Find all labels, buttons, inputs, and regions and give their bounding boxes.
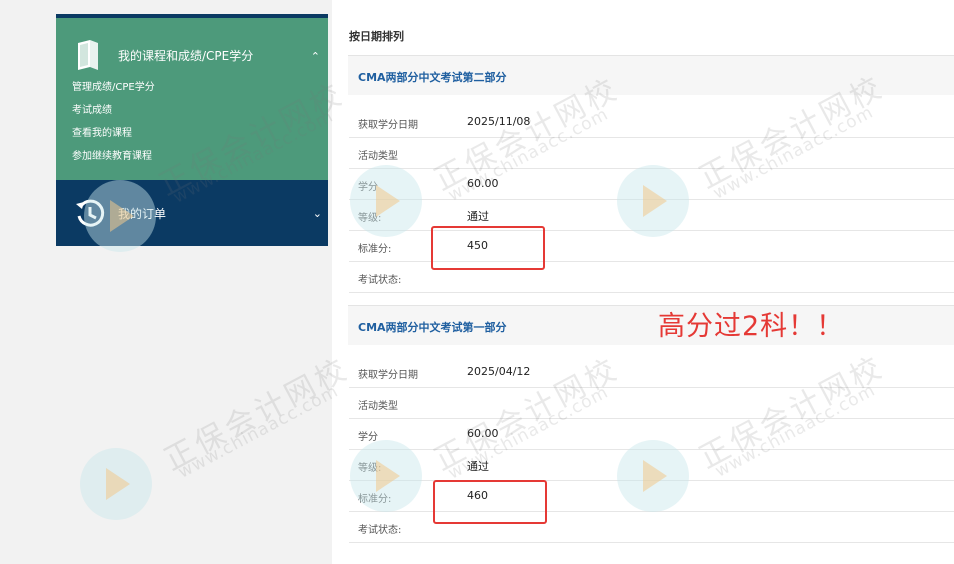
sidebar-link-view-courses[interactable]: 查看我的课程 xyxy=(72,127,155,150)
highlight-box xyxy=(433,480,547,524)
record-header: CMA两部分中文考试第一部分 xyxy=(348,305,954,345)
watermark-logo-icon xyxy=(350,440,422,512)
sidebar-link-exam-scores[interactable]: 考试成绩 xyxy=(72,104,155,127)
sidebar-link-manage-scores[interactable]: 管理成绩/CPE学分 xyxy=(72,81,155,104)
watermark-logo-icon xyxy=(80,448,152,520)
record-title: CMA两部分中文考试第一部分 xyxy=(358,321,507,334)
row-label: 获取学分日期 xyxy=(358,370,418,381)
row-value: 2025/04/12 xyxy=(467,365,531,378)
chevron-down-icon[interactable]: ⌄ xyxy=(313,207,322,220)
record-title: CMA两部分中文考试第二部分 xyxy=(358,71,507,84)
sidebar-links: 管理成绩/CPE学分 考试成绩 查看我的课程 参加继续教育课程 xyxy=(72,81,155,173)
sidebar-courses-title[interactable]: 我的课程和成绩/CPE学分 xyxy=(118,47,253,64)
row-label: 活动类型 xyxy=(358,401,398,412)
row-label: 考试状态: xyxy=(358,525,402,536)
sort-label[interactable]: 按日期排列 xyxy=(349,28,404,44)
book-icon xyxy=(78,40,98,70)
row-label: 获取学分日期 xyxy=(358,120,418,131)
highlight-box xyxy=(431,226,545,270)
watermark-logo-icon xyxy=(84,180,156,252)
row-label: 标准分: xyxy=(358,244,392,255)
watermark-logo-icon xyxy=(617,440,689,512)
sidebar-link-continuing-education[interactable]: 参加继续教育课程 xyxy=(72,150,155,173)
row-label: 考试状态: xyxy=(358,275,402,286)
chevron-up-icon[interactable]: ⌃ xyxy=(311,50,320,63)
row-label: 活动类型 xyxy=(358,151,398,162)
row-value: 通过 xyxy=(467,210,489,223)
watermark-logo-icon xyxy=(617,165,689,237)
annotation-text: 高分过2科！！ xyxy=(658,311,845,342)
watermark-logo-icon xyxy=(350,165,422,237)
